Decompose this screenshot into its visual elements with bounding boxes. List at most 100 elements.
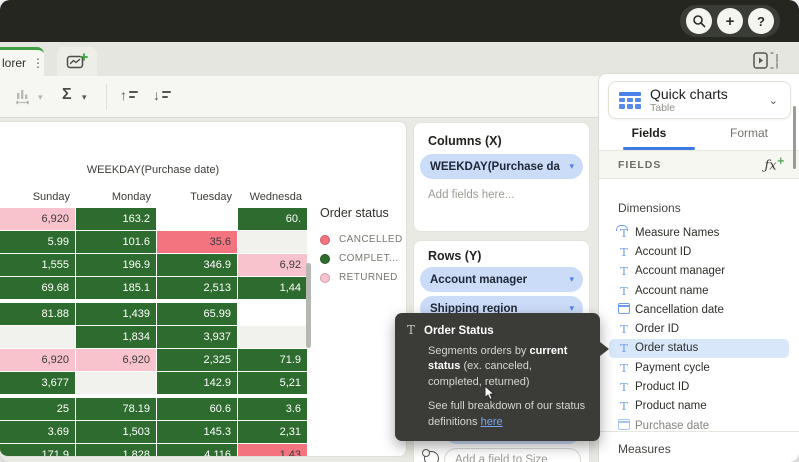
chevron-down-icon[interactable]: ▾ — [560, 161, 583, 172]
field-item-product-name[interactable]: TProduct name — [609, 397, 789, 416]
tab-explorer-label: lorer — [0, 56, 26, 70]
search-button[interactable] — [686, 8, 712, 34]
heatmap-cell[interactable]: 171.9 — [0, 444, 75, 457]
table-scrollbar[interactable] — [306, 263, 311, 348]
heatmap-cell[interactable]: 60. — [238, 208, 307, 230]
heatmap-cell[interactable] — [157, 208, 237, 230]
field-item-measure-names[interactable]: TMeasure Names — [609, 223, 789, 242]
heatmap-cell[interactable]: 2,325 — [157, 349, 237, 371]
sort-descending-button[interactable]: ↓ — [153, 88, 171, 102]
heatmap-cell[interactable]: 6,920 — [0, 349, 75, 371]
aggregate-caret-icon[interactable]: ▾ — [82, 92, 87, 103]
chart-canvas: WEEKDAY(Purchase date) SundayMondayTuesd… — [0, 121, 407, 457]
field-item-cancellation-date[interactable]: Cancellation date — [609, 300, 789, 319]
heatmap-cell[interactable]: 25 — [0, 398, 75, 420]
field-item-order-status[interactable]: TOrder status — [609, 339, 789, 358]
heatmap-cell[interactable]: 1,503 — [76, 421, 156, 443]
heatmap-cell[interactable]: 1,43 — [238, 444, 307, 457]
collapse-panel-button[interactable] — [753, 51, 779, 71]
field-item-label: Product ID — [635, 381, 689, 393]
tooltip-here-link[interactable]: here — [481, 416, 503, 428]
heatmap-cell[interactable] — [76, 372, 156, 394]
heatmap-cell[interactable] — [0, 326, 75, 348]
heatmap-column-header: Tuesday — [157, 190, 237, 204]
text-field-icon: T — [613, 262, 635, 280]
legend-item[interactable]: CANCELLED — [320, 230, 406, 249]
heatmap-grid: 6,920163.260.5.99101.635.61,555196.9346.… — [0, 208, 306, 457]
heatmap-cell[interactable]: 5.99 — [0, 231, 75, 253]
heatmap-cell[interactable]: 1,834 — [76, 326, 156, 348]
heatmap-cell[interactable]: 196.9 — [76, 254, 156, 276]
field-item-account-id[interactable]: TAccount ID — [609, 242, 789, 261]
legend-item[interactable]: RETURNED — [320, 268, 406, 287]
field-pill[interactable]: Account manager▾ — [420, 267, 583, 292]
panel-scrollbar[interactable] — [793, 106, 796, 169]
heatmap-cell[interactable]: 6,920 — [76, 349, 156, 371]
heatmap-cell[interactable]: 60.6 — [157, 398, 237, 420]
field-item-account-name[interactable]: TAccount name — [609, 281, 789, 300]
heatmap-cell[interactable]: 81.88 — [0, 303, 75, 325]
field-item-label: Measure Names — [635, 227, 719, 239]
heatmap-cell[interactable] — [238, 326, 307, 348]
heatmap-cell[interactable]: 3.69 — [0, 421, 75, 443]
size-field-input[interactable]: Add a field to Size — [444, 448, 581, 462]
chart-type-selector[interactable]: Quick charts Table ⌄ — [608, 81, 791, 119]
heatmap-cell[interactable]: 1,555 — [0, 254, 75, 276]
field-item-product-id[interactable]: TProduct ID — [609, 377, 789, 396]
heatmap-cell[interactable]: 163.2 — [76, 208, 156, 230]
heatmap-cell[interactable] — [238, 303, 307, 325]
sort-ascending-button[interactable]: ↑ — [120, 88, 138, 102]
text-field-icon: T — [613, 339, 635, 357]
heatmap-cell[interactable]: 3,937 — [157, 326, 237, 348]
heatmap-cell[interactable]: 5,21 — [238, 372, 307, 394]
columns-drop-target[interactable]: Add fields here... — [428, 189, 514, 201]
heatmap-cell[interactable]: 185.1 — [76, 277, 156, 299]
chart-type-button[interactable] — [12, 86, 34, 106]
heatmap-cell[interactable]: 35.6 — [157, 231, 237, 253]
fields-section-header: FIELDS ƒx+ — [599, 151, 799, 179]
field-pill[interactable]: WEEKDAY(Purchase date)▾ — [420, 154, 583, 179]
heatmap-cell[interactable]: 1,44 — [238, 277, 307, 299]
heatmap-cell[interactable]: 2,31 — [238, 421, 307, 443]
tab-menu-icon[interactable]: ⋮ — [32, 56, 44, 70]
legend-item[interactable]: COMPLET... — [320, 249, 406, 268]
tooltip-footnote: See full breakdown of our status definit… — [407, 399, 588, 430]
heatmap-cell[interactable]: 145.3 — [157, 421, 237, 443]
heatmap-cell[interactable]: 6,920 — [0, 208, 75, 230]
heatmap-cell[interactable]: 1,439 — [76, 303, 156, 325]
heatmap-cell[interactable]: 1,828 — [76, 444, 156, 457]
heatmap-column-header: Sunday — [0, 190, 75, 204]
heatmap-cell[interactable]: 3.6 — [238, 398, 307, 420]
field-item-account-manager[interactable]: TAccount manager — [609, 262, 789, 281]
field-item-payment-cycle[interactable]: TPayment cycle — [609, 358, 789, 377]
arrow-up-icon: ↑ — [120, 88, 127, 102]
help-button[interactable]: ? — [748, 8, 774, 34]
add-button[interactable]: + — [717, 8, 743, 34]
heatmap-cell[interactable]: 6,92 — [238, 254, 307, 276]
color-legend: Order status CANCELLEDCOMPLET...RETURNED — [320, 206, 406, 287]
heatmap-cell[interactable]: 78.19 — [76, 398, 156, 420]
tab-format[interactable]: Format — [699, 126, 799, 150]
text-field-icon: T — [613, 359, 635, 377]
heatmap-cell[interactable]: 346.9 — [157, 254, 237, 276]
heatmap-cell[interactable]: 4,116 — [157, 444, 237, 457]
heatmap-cell[interactable]: 65.99 — [157, 303, 237, 325]
aggregate-sigma-button[interactable]: Σ — [62, 86, 72, 104]
field-item-purchase-date[interactable]: Purchase date — [609, 416, 789, 430]
field-item-label: Account ID — [635, 246, 691, 258]
field-item-order-id[interactable]: TOrder ID — [609, 319, 789, 338]
heatmap-cell[interactable]: 69.68 — [0, 277, 75, 299]
chart-type-caret-icon[interactable]: ▾ — [38, 92, 43, 103]
heatmap-cell[interactable]: 3,677 — [0, 372, 75, 394]
column-field-title: WEEKDAY(Purchase date) — [0, 164, 306, 176]
legend-swatch-icon — [320, 235, 330, 245]
new-chart-tab-button[interactable] — [57, 47, 97, 76]
heatmap-cell[interactable] — [238, 231, 307, 253]
pill-label: Account manager — [420, 274, 560, 286]
heatmap-cell[interactable]: 71.9 — [238, 349, 307, 371]
heatmap-cell[interactable]: 101.6 — [76, 231, 156, 253]
heatmap-cell[interactable]: 142.9 — [157, 372, 237, 394]
heatmap-cell[interactable]: 2,513 — [157, 277, 237, 299]
tab-explorer[interactable]: lorer ⋮ — [0, 47, 44, 76]
chevron-down-icon[interactable]: ▾ — [560, 274, 583, 285]
